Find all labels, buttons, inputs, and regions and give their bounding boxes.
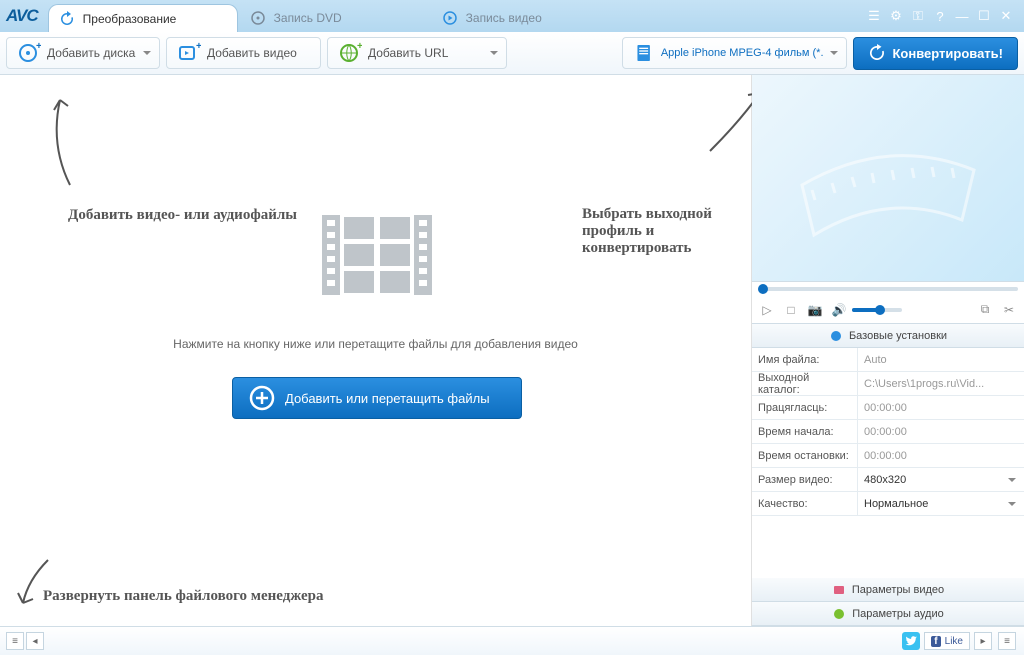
menu-icon[interactable]: ☰ [866, 8, 882, 24]
panel-expand-button[interactable]: ▸ [974, 632, 992, 650]
add-url-button[interactable]: + Добавить URL [327, 37, 507, 69]
properties-panel: Имя файла:Auto Выходной каталог:C:\Users… [752, 348, 1024, 578]
tab-label: Преобразование [83, 12, 177, 26]
minimize-icon[interactable]: — [954, 8, 970, 24]
button-label: Добавить или перетащить файлы [285, 391, 490, 406]
fb-label: Like [945, 636, 963, 647]
app-logo: AVC [6, 6, 38, 26]
twitter-button[interactable] [902, 632, 920, 650]
prop-size-select[interactable]: 480x320 [858, 468, 1024, 491]
statusbar: ≡ ◂ fLike ▸ ≡ [0, 626, 1024, 655]
panel-collapse-button[interactable]: ◂ [26, 632, 44, 650]
content-pane[interactable]: Добавить видео- или аудиофайлы Выбрать в… [0, 75, 752, 626]
prop-stop-value[interactable]: 00:00:00 [858, 444, 1024, 467]
prop-output-label: Выходной каталог: [752, 372, 858, 395]
drop-hint: Нажмите на кнопку ниже или перетащите фа… [0, 337, 751, 351]
document-icon [633, 41, 654, 65]
svg-text:+: + [196, 41, 201, 52]
prop-quality-select[interactable]: Нормальное [858, 492, 1024, 515]
cut-button[interactable]: ✂ [998, 300, 1020, 320]
prop-duration-value: 00:00:00 [858, 396, 1024, 419]
annotation-expand-panel: Развернуть панель файлового менеджера [43, 588, 324, 605]
tab-record[interactable]: Запись видео [432, 4, 622, 32]
sidebar: ▷ □ 📷 🔊 ⧉ ✂ Базовые установки Имя файла:… [752, 75, 1024, 626]
maximize-icon[interactable]: ☐ [976, 8, 992, 24]
prop-duration-label: Працягласць: [752, 396, 858, 419]
audio-params-header[interactable]: Параметры аудио [752, 602, 1024, 626]
prop-quality-label: Качество: [752, 492, 858, 515]
svg-text:+: + [357, 41, 362, 52]
help-icon[interactable]: ? [932, 8, 948, 24]
profile-label: Apple iPhone MPEG-4 фильм (*.mp4 [661, 47, 825, 59]
film-reel-icon [752, 75, 1024, 282]
tab-convert[interactable]: Преобразование [48, 4, 238, 32]
button-label: Добавить диска [47, 46, 135, 60]
video-params-header[interactable]: Параметры видео [752, 578, 1024, 602]
window-controls: ☰ ⚙ ⚿ ? — ☐ ✕ [866, 8, 1024, 24]
video-icon [832, 583, 846, 597]
button-label: Добавить видео [207, 46, 297, 60]
prop-stop-label: Время остановки: [752, 444, 858, 467]
play-icon [442, 10, 458, 26]
refresh-icon [868, 44, 886, 62]
prop-start-value[interactable]: 00:00:00 [858, 420, 1024, 443]
filmstrip-icon [322, 215, 432, 295]
svg-text:+: + [36, 41, 41, 52]
plus-circle-icon [249, 385, 275, 411]
add-files-button[interactable]: Добавить или перетащить файлы [232, 377, 522, 419]
add-disc-button[interactable]: + Добавить диска [6, 37, 160, 69]
main-area: Добавить видео- или аудиофайлы Выбрать в… [0, 75, 1024, 626]
globe-icon [829, 329, 843, 343]
volume-icon[interactable]: 🔊 [828, 300, 850, 320]
globe-add-icon: + [338, 41, 362, 65]
snapshot-button[interactable]: 📷 [804, 300, 826, 320]
audio-icon [832, 607, 846, 621]
arrow-annotation-icon [8, 555, 58, 615]
media-controls: ▷ □ 📷 🔊 ⧉ ✂ [752, 296, 1024, 324]
prop-size-label: Размер видео: [752, 468, 858, 491]
disc-add-icon: + [17, 41, 41, 65]
prop-filename-label: Имя файла: [752, 348, 858, 371]
annotation-select-profile: Выбрать выходной профиль и конвертироват… [582, 206, 751, 257]
gear-icon[interactable]: ⚙ [888, 8, 904, 24]
crop-button[interactable]: ⧉ [974, 300, 996, 320]
panel-list-button[interactable]: ≡ [998, 632, 1016, 650]
video-add-icon: + [177, 41, 201, 65]
twitter-icon [905, 635, 917, 647]
refresh-icon [59, 11, 75, 27]
annotation-add-files: Добавить видео- или аудиофайлы [68, 207, 297, 224]
add-video-button[interactable]: + Добавить видео [166, 37, 321, 69]
tab-dvd[interactable]: Запись DVD [240, 4, 430, 32]
header-label: Параметры аудио [852, 608, 944, 620]
play-button[interactable]: ▷ [756, 300, 778, 320]
close-icon[interactable]: ✕ [998, 8, 1014, 24]
titlebar: AVC Преобразование Запись DVD Запись вид… [0, 0, 1024, 32]
tab-label: Запись видео [466, 11, 542, 25]
arrow-annotation-icon [30, 85, 90, 195]
output-profile-select[interactable]: Apple iPhone MPEG-4 фильм (*.mp4 [622, 37, 847, 69]
header-label: Базовые установки [849, 330, 947, 342]
basic-settings-header[interactable]: Базовые установки [752, 324, 1024, 348]
button-label: Конвертировать! [892, 46, 1003, 61]
button-label: Добавить URL [368, 46, 448, 60]
convert-button[interactable]: Конвертировать! [853, 37, 1018, 70]
tab-label: Запись DVD [274, 11, 342, 25]
prop-start-label: Время начала: [752, 420, 858, 443]
panel-toggle-button[interactable]: ≡ [6, 632, 24, 650]
prop-filename-value[interactable]: Auto [858, 348, 1024, 371]
preview-pane [752, 75, 1024, 282]
disc-icon [250, 10, 266, 26]
toolbar: + Добавить диска + Добавить видео + Доба… [0, 32, 1024, 75]
seek-bar[interactable] [752, 282, 1024, 296]
prop-output-value[interactable]: C:\Users\1progs.ru\Vid... [858, 372, 1024, 395]
facebook-like-button[interactable]: fLike [924, 632, 970, 650]
header-label: Параметры видео [852, 584, 944, 596]
volume-slider[interactable] [852, 308, 902, 312]
key-icon[interactable]: ⚿ [910, 8, 926, 24]
stop-button[interactable]: □ [780, 300, 802, 320]
